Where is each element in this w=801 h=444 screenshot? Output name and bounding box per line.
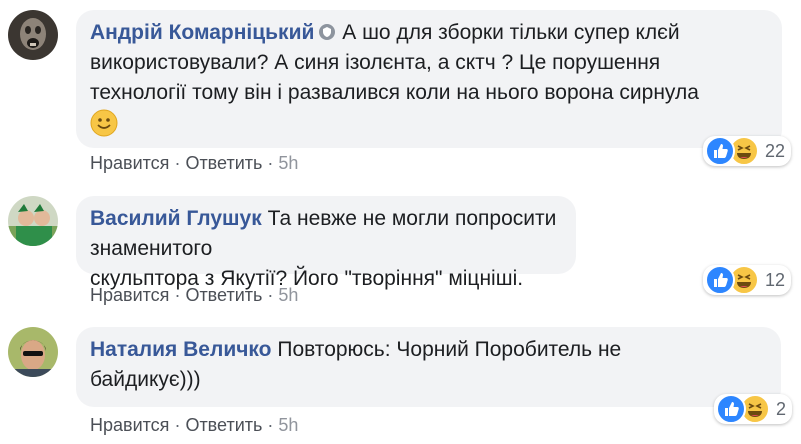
timestamp[interactable]: 5h: [278, 415, 298, 435]
timestamp[interactable]: 5h: [278, 285, 298, 305]
comment-author[interactable]: Андрій Комарніцький: [90, 21, 314, 44]
smiley-emoji-icon: [90, 109, 118, 137]
avatar-image: [8, 10, 58, 60]
separator: ·: [267, 153, 274, 173]
comment-actions: Нравится · Ответить · 5h: [90, 415, 298, 436]
comment-author[interactable]: Василий Глушук: [90, 207, 262, 230]
comment-bubble: Андрій Комарніцький А шо для зборки тіль…: [76, 10, 782, 148]
comment-line: А шо для зборки тільки супер клєй: [342, 21, 680, 44]
separator: ·: [174, 153, 181, 173]
comment-bubble: Наталия Величко Повторюсь: Чорний Пороби…: [76, 327, 781, 407]
comment-text: Наталия Величко Повторюсь: Чорний Пороби…: [90, 335, 767, 395]
comment-line: Повторюсь: Чорний Поробитель не: [277, 338, 622, 361]
comment-text: Андрій Комарніцький А шо для зборки тіль…: [90, 18, 768, 138]
reply-link[interactable]: Ответить: [185, 285, 262, 305]
reactions-summary[interactable]: 2: [714, 394, 793, 424]
like-link[interactable]: Нравится: [90, 285, 169, 305]
comment-line: технології тому він і развалився коли на…: [90, 81, 699, 104]
separator: ·: [174, 415, 181, 435]
avatar[interactable]: [8, 10, 58, 60]
comment-bubble: Василий Глушук Та невже не могли попроси…: [76, 196, 576, 290]
reactions-summary[interactable]: 12: [703, 265, 792, 295]
comment-text: Василий Глушук Та невже не могли попроси…: [90, 204, 562, 294]
avatar-image: [8, 196, 58, 246]
avatar-image: [8, 327, 58, 377]
like-reaction-icon: [705, 265, 735, 295]
reaction-count: 22: [765, 140, 786, 161]
comment-actions: Нравится · Ответить · 5h: [90, 153, 298, 174]
avatar[interactable]: [8, 196, 58, 246]
separator: ·: [267, 285, 274, 305]
comment-line: байдикує))): [90, 368, 201, 391]
reaction-count: 12: [765, 269, 786, 290]
comment-author[interactable]: Наталия Величко: [90, 338, 272, 361]
like-link[interactable]: Нравится: [90, 415, 169, 435]
reactions-summary[interactable]: 22: [703, 136, 792, 166]
avatar[interactable]: [8, 327, 58, 377]
like-reaction-icon: [705, 136, 735, 166]
comment-actions: Нравится · Ответить · 5h: [90, 285, 298, 306]
reaction-count: 2: [776, 398, 787, 419]
timestamp[interactable]: 5h: [278, 153, 298, 173]
reply-link[interactable]: Ответить: [185, 415, 262, 435]
like-link[interactable]: Нравится: [90, 153, 169, 173]
like-reaction-icon: [716, 394, 746, 424]
separator: ·: [174, 285, 181, 305]
shield-badge-icon: [318, 20, 336, 40]
separator: ·: [267, 415, 274, 435]
reply-link[interactable]: Ответить: [185, 153, 262, 173]
comment-line: використовували? А синя ізолєнта, а сктч…: [90, 51, 661, 74]
